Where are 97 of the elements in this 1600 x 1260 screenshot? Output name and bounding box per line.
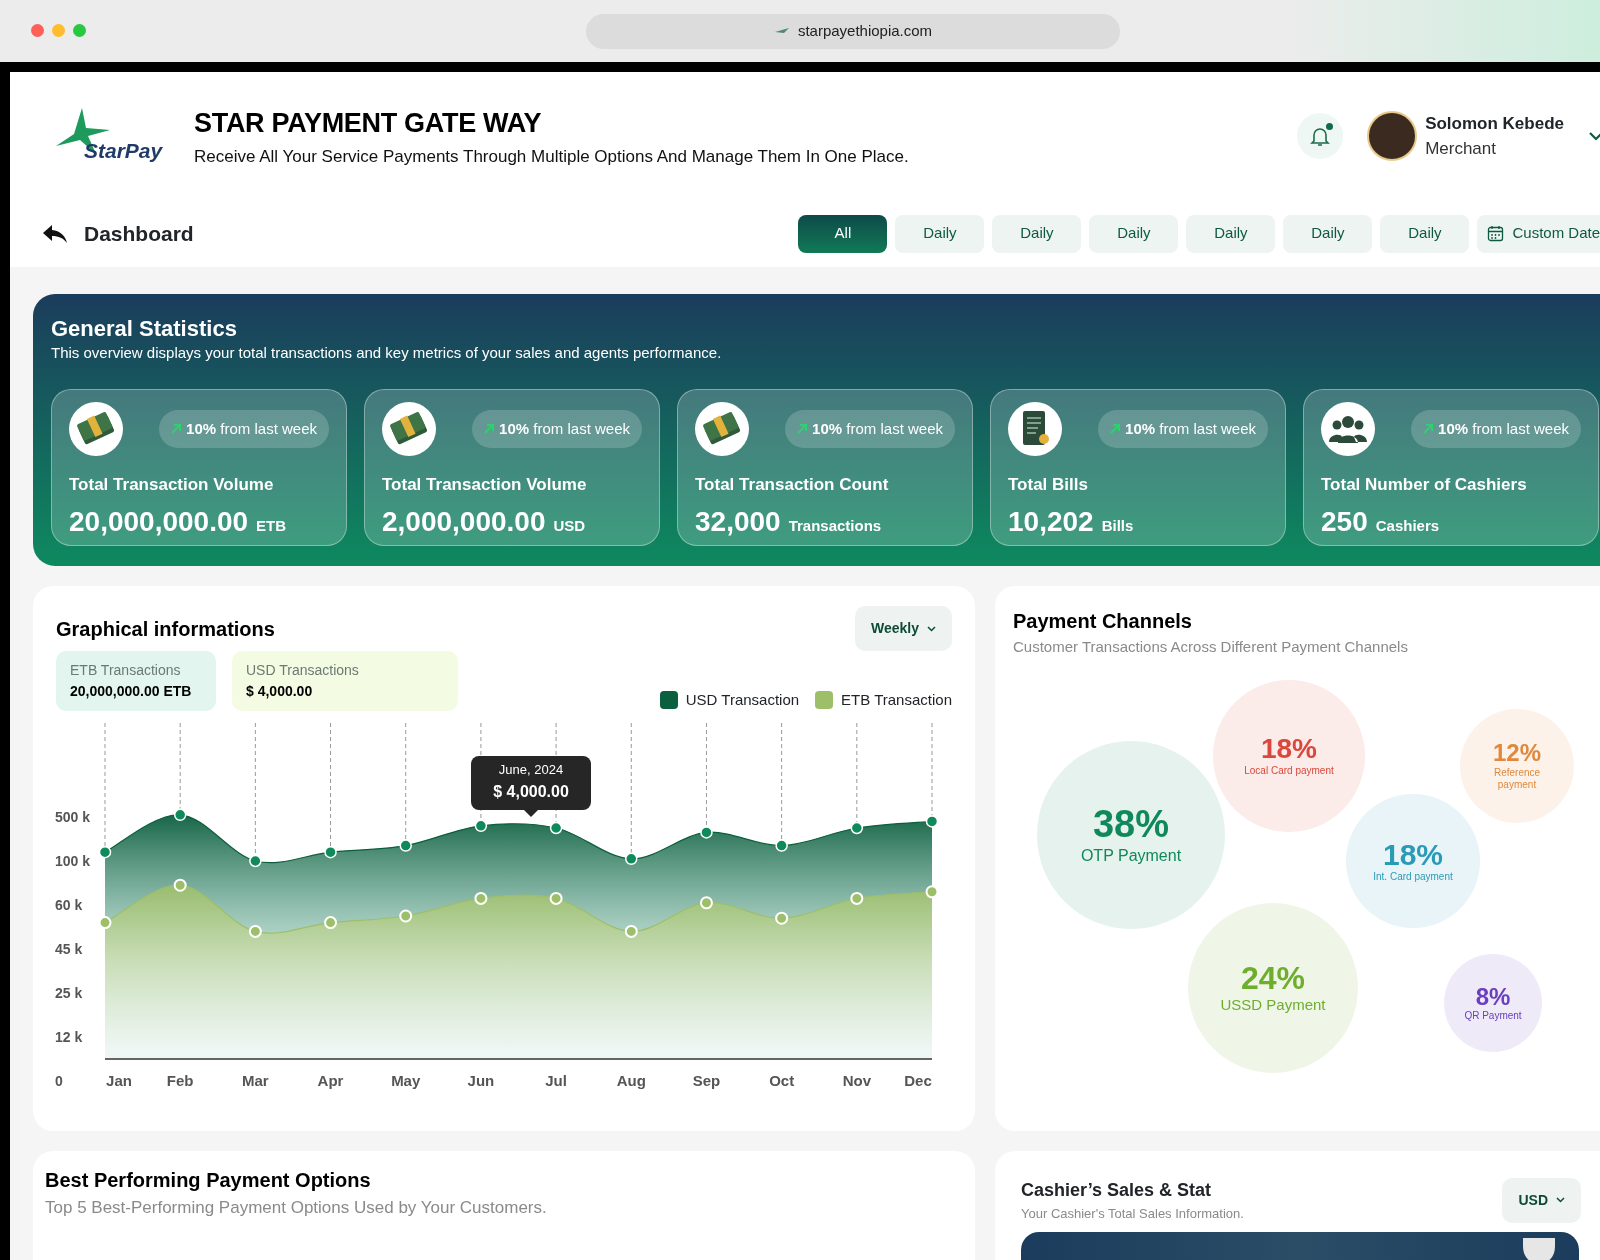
y-axis-label: 12 k [55,1029,83,1045]
filter-tab[interactable]: Daily [992,214,1082,253]
stat-label: Total Transaction Count [695,473,890,496]
money-stack-icon [702,410,742,447]
y-axis-label: 45 k [55,941,83,957]
channel-percent: 18% [1382,838,1443,872]
stat-unit: Transactions [788,516,882,537]
channel-label: Reference payment [1492,766,1542,792]
trend-badge: 10% from last week [785,409,955,449]
channel-label: Int. Card payment [1373,871,1453,884]
x-axis-label: Oct [769,1072,795,1089]
stat-unit: Cashiers [1375,516,1440,537]
stat-unit: Bills [1101,516,1134,537]
x-axis-label: Dec [904,1072,932,1089]
stat-label: Total Bills [1008,473,1089,496]
channel-percent: 24% [1240,961,1305,997]
summary-label: USD Transactions [246,661,360,680]
x-axis-label: Feb [166,1072,194,1089]
channel-percent: 12% [1492,740,1541,767]
y-axis-label: 25 k [55,985,83,1001]
x-axis-label: Mar [242,1072,269,1089]
channel-percent: 18% [1260,734,1317,766]
y-axis-label: 0 [55,1073,63,1089]
x-axis-label: Jun [467,1072,495,1089]
y-axis-label: 60 k [55,897,83,913]
notification-button[interactable] [1297,113,1344,159]
stat-value: 20,000,000.00 [69,505,249,540]
summary-label: ETB Transactions [70,661,182,680]
filter-tab[interactable]: Daily [1186,214,1276,253]
channel-percent: 8% [1475,983,1511,1010]
filter-tab[interactable]: Daily [1380,214,1470,253]
user-role: Merchant [1425,138,1497,160]
y-axis-label: 100 k [55,853,91,869]
starpay-logo: StarPay [52,106,178,166]
y-axis-label: 500 k [55,809,91,825]
stat-unit: ETB [256,516,287,537]
legend-label: USD Transaction [685,689,800,710]
money-stack-icon [389,410,429,447]
x-axis-label: Sep [692,1072,721,1089]
filter-tab[interactable]: Daily [895,214,985,253]
card-title: Cashier’s Sales & Stat [1021,1179,1213,1202]
x-axis-label: Jul [545,1072,567,1089]
back-arrow-icon[interactable] [42,223,68,244]
filter-tab[interactable]: All [798,214,888,253]
card-title: Payment Channels [1013,609,1193,634]
stat-label: Total Transaction Volume [69,473,275,496]
section-subtitle: This overview displays your total transactions and key metrics of your sales and agents performance. [51,343,723,364]
avatar[interactable] [1367,111,1418,161]
trend-badge: 10% from last week [472,409,642,449]
period-dropdown[interactable]: Weekly [855,606,952,651]
trend-badge: 10% from last week [159,409,329,449]
legend-label: ETB Transaction [841,689,952,710]
tooltip-date: June, 2024 [497,761,565,779]
chevron-down-icon[interactable] [1588,131,1600,141]
calendar-icon [1487,225,1505,242]
section-title: General Statistics [51,316,238,343]
stat-label: Total Transaction Volume [382,473,588,496]
app-subtitle: Receive All Your Service Payments Through Multiple Options And Manage Them In One Place. [194,145,909,168]
stat-unit: USD [553,516,586,537]
page-title: Dashboard [84,220,194,247]
card-title: Best Performing Payment Options [45,1168,372,1193]
tooltip-value: $ 4,000.00 [492,781,570,802]
channel-label: USSD Payment [1220,996,1326,1015]
stat-value: 2,000,000.00 [382,505,546,540]
channel-label: QR Payment [1464,1009,1522,1023]
card-subtitle: Customer Transactions Across Different Payment Channels [1013,637,1409,657]
chevron-down-icon [1556,1197,1565,1204]
card-subtitle: Top 5 Best-Performing Payment Options Used by Your Customers. [45,1197,548,1219]
channel-label: OTP Payment [1080,845,1182,866]
filter-tab[interactable]: Daily [1283,214,1373,253]
x-axis-label: Aug [616,1072,646,1089]
app-title: STAR PAYMENT GATE WAY [194,107,543,140]
trend-badge: 10% from last week [1098,409,1268,449]
money-stack-icon [76,410,116,447]
currency-dropdown[interactable]: USD [1502,1177,1581,1223]
chevron-down-icon [927,625,936,632]
stat-value: 10,202 [1008,505,1094,540]
x-axis-label: May [391,1072,421,1089]
stat-label: Total Number of Cashiers [1321,473,1528,496]
summary-value: $ 4,000.00 [246,682,314,701]
x-axis-label: Nov [842,1072,871,1089]
x-axis-label: Jan [106,1072,132,1089]
x-axis-label: Apr [317,1072,344,1089]
stat-value: 250 [1321,505,1368,540]
stat-value: 32,000 [695,505,781,540]
filter-tab[interactable]: Daily [1089,214,1179,253]
address-bar[interactable]: starpayethiopia.com [586,14,1120,49]
channel-percent: 38% [1092,804,1170,846]
card-subtitle: Your Cashier's Total Sales Information. [1021,1205,1244,1223]
user-name: Solomon Kebede [1425,112,1564,135]
custom-date-button[interactable]: Custom Date [1477,214,1600,253]
summary-value: 20,000,000.00 ETB [70,682,193,701]
channel-label: Local Card payment [1244,765,1334,778]
card-title: Graphical informations [56,616,275,642]
url-text: starpayethiopia.com [797,21,933,42]
trend-badge: 10% from last week [1411,409,1581,449]
close-window-button[interactable] [31,24,44,37]
